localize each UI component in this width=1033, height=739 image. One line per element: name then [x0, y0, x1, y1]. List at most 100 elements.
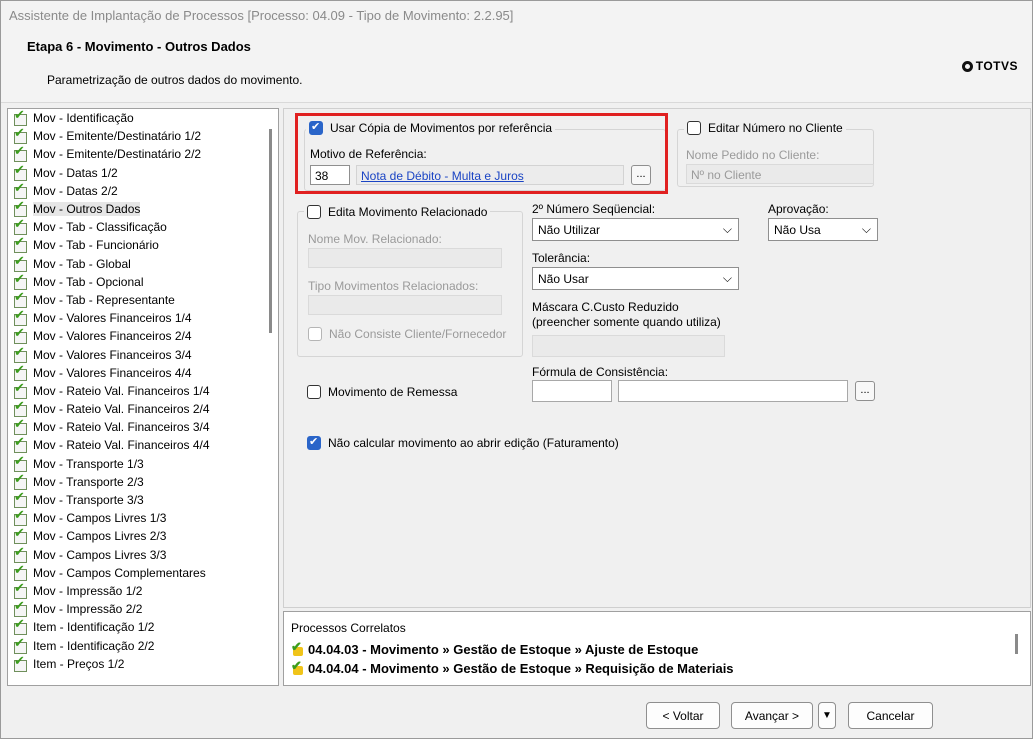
tree-item-label: Mov - Datas 2/2 [33, 183, 118, 198]
aprovacao-select[interactable]: Não Usa ⌵ [768, 218, 878, 241]
formula-code-input[interactable] [532, 380, 612, 402]
check-doc-icon [13, 344, 27, 363]
edita-mov-checkbox[interactable] [307, 205, 321, 219]
correlato-item[interactable]: 04.04.04 - Movimento » Gestão de Estoque… [291, 658, 734, 677]
tree-item[interactable]: Mov - Tab - Funcionário [8, 234, 278, 254]
tree-item-label: Mov - Emitente/Destinatário 1/2 [33, 129, 202, 144]
tree-item[interactable]: Mov - Transporte 3/3 [8, 489, 278, 509]
tree-item-label: Mov - Tab - Classificação [33, 220, 167, 235]
tree-item-label: Mov - Campos Livres 3/3 [33, 547, 167, 562]
logo-text: TOTVS [975, 59, 1018, 73]
check-doc-icon [13, 289, 27, 308]
tree-item[interactable]: Mov - Impressão 2/2 [8, 598, 278, 618]
tree-item[interactable]: Mov - Transporte 2/3 [8, 471, 278, 491]
editar-numero-option[interactable]: Editar Número no Cliente [684, 121, 846, 135]
tree-item[interactable]: Mov - Rateio Val. Financeiros 3/4 [8, 416, 278, 436]
tree-item[interactable]: Mov - Rateio Val. Financeiros 1/4 [8, 380, 278, 400]
tipo-mov-input[interactable] [308, 295, 502, 315]
tree-item[interactable]: Mov - Valores Financeiros 2/4 [8, 325, 278, 345]
formula-desc-input[interactable] [618, 380, 848, 402]
form-panel: Usar Cópia de Movimentos por referência … [283, 108, 1031, 608]
remessa-checkbox[interactable] [307, 385, 321, 399]
tree-item[interactable]: Mov - Campos Complementares [8, 562, 278, 582]
tree-item[interactable]: Mov - Outros Dados [8, 198, 278, 218]
nome-mov-input[interactable] [308, 248, 502, 268]
tree-item[interactable]: Mov - Valores Financeiros 3/4 [8, 344, 278, 363]
check-doc-icon [13, 635, 27, 654]
nao-consiste-option[interactable]: Não Consiste Cliente/Fornecedor [308, 327, 506, 341]
edita-mov-option[interactable]: Edita Movimento Relacionado [304, 205, 491, 219]
tree-item[interactable]: Item - Identificação 1/2 [8, 616, 278, 636]
mascara-input[interactable] [532, 335, 725, 357]
check-doc-icon [13, 453, 27, 472]
wizard-header: Etapa 6 - Movimento - Outros Dados Param… [1, 31, 1032, 103]
tree-item[interactable]: Mov - Tab - Representante [8, 289, 278, 309]
chevron-down-icon: ⌵ [861, 222, 871, 236]
avancar-dropdown-button[interactable]: ▼ [818, 702, 836, 729]
check-doc-icon [13, 580, 27, 599]
correlatos-scrollbar-thumb[interactable] [1015, 634, 1018, 654]
tree-item[interactable]: Item - Preços 1/2 [8, 653, 278, 673]
check-doc-icon [13, 380, 27, 399]
check-doc-icon [13, 271, 27, 290]
segundo-numero-value: Não Utilizar [538, 223, 601, 237]
tree-item[interactable]: Mov - Valores Financeiros 1/4 [8, 307, 278, 327]
check-doc-icon [291, 658, 305, 676]
segundo-numero-select[interactable]: Não Utilizar ⌵ [532, 218, 739, 241]
tolerancia-select[interactable]: Não Usar ⌵ [532, 267, 739, 290]
tree-item-label: Mov - Rateio Val. Financeiros 1/4 [33, 383, 210, 398]
tree-item[interactable]: Mov - Datas 2/2 [8, 180, 278, 200]
tree-item-label: Mov - Transporte 1/3 [33, 456, 144, 471]
tree-item[interactable]: Mov - Campos Livres 3/3 [8, 544, 278, 564]
remessa-option[interactable]: Movimento de Remessa [307, 385, 457, 399]
editar-numero-checkbox[interactable] [687, 121, 701, 135]
tipo-mov-label: Tipo Movimentos Relacionados: [308, 279, 479, 293]
avancar-button[interactable]: Avançar > [731, 702, 813, 729]
check-doc-icon [13, 143, 27, 163]
nao-consiste-label: Não Consiste Cliente/Fornecedor [329, 327, 507, 341]
tree-item-label: Mov - Impressão 2/2 [33, 602, 143, 617]
nome-pedido-input[interactable]: Nº no Cliente [686, 164, 874, 184]
tree-item[interactable]: Mov - Tab - Opcional [8, 271, 278, 291]
edita-mov-label: Edita Movimento Relacionado [328, 205, 488, 219]
tree-item[interactable]: Mov - Valores Financeiros 4/4 [8, 362, 278, 382]
tree-item[interactable]: Item - Identificação 2/2 [8, 635, 278, 654]
check-doc-icon [13, 544, 27, 563]
tree-item[interactable]: Mov - Rateio Val. Financeiros 4/4 [8, 434, 278, 454]
tree-item-label: Mov - Identificação [33, 111, 134, 126]
tree-scrollbar-thumb[interactable] [269, 129, 272, 333]
tree-item[interactable]: Mov - Datas 1/2 [8, 162, 278, 182]
steps-tree[interactable]: Mov - Identificação Mov - Emitente/Destin… [7, 108, 279, 686]
formula-label: Fórmula de Consistência: [532, 365, 669, 379]
tree-item[interactable]: Mov - Campos Livres 2/3 [8, 525, 278, 545]
tree-item[interactable]: Mov - Impressão 1/2 [8, 580, 278, 600]
processos-correlatos-panel: Processos Correlatos 04.04.03 - Moviment… [283, 611, 1031, 686]
tree-item-label: Mov - Rateio Val. Financeiros 4/4 [33, 438, 210, 453]
correlato-item[interactable]: 04.04.03 - Movimento » Gestão de Estoque… [291, 639, 698, 658]
tree-item[interactable]: Mov - Emitente/Destinatário 1/2 [8, 125, 278, 145]
tree-item[interactable]: Mov - Campos Livres 1/3 [8, 507, 278, 527]
check-doc-icon [13, 125, 27, 145]
aprovacao-value: Não Usa [774, 223, 821, 237]
nao-calcular-option[interactable]: Não calcular movimento ao abrir edição (… [307, 435, 619, 450]
check-doc-icon [13, 216, 27, 236]
tree-item[interactable]: Mov - Tab - Classificação [8, 216, 278, 236]
check-doc-icon [13, 398, 27, 418]
tree-item[interactable]: Mov - Transporte 1/3 [8, 453, 278, 473]
check-doc-icon [291, 639, 305, 657]
tree-item[interactable]: Mov - Emitente/Destinatário 2/2 [8, 143, 278, 163]
check-doc-icon [13, 325, 27, 345]
cancelar-button[interactable]: Cancelar [848, 702, 933, 729]
voltar-button[interactable]: < Voltar [646, 702, 720, 729]
nao-consiste-checkbox[interactable] [308, 327, 322, 341]
tolerancia-label: Tolerância: [532, 251, 591, 265]
nao-calcular-checkbox[interactable] [307, 435, 321, 450]
tree-item[interactable]: Mov - Identificação [8, 109, 278, 127]
tree-item[interactable]: Mov - Rateio Val. Financeiros 2/4 [8, 398, 278, 418]
tree-item-label: Mov - Campos Livres 1/3 [33, 511, 167, 526]
tree-item[interactable]: Mov - Tab - Global [8, 253, 278, 273]
tree-item-label: Mov - Valores Financeiros 2/4 [33, 329, 192, 344]
check-doc-icon [13, 416, 27, 436]
tree-item-label: Mov - Tab - Global [33, 256, 131, 271]
formula-lookup-button[interactable]: ... [855, 381, 875, 401]
